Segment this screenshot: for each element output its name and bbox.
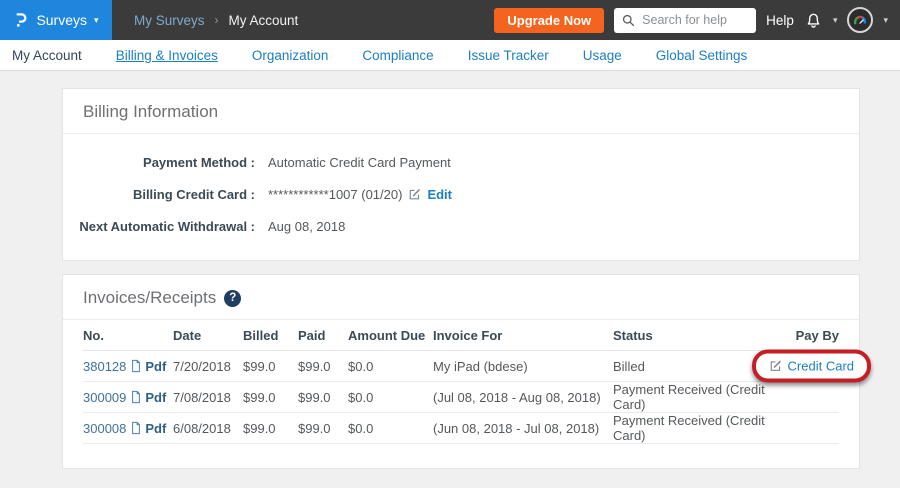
col-no: No. (83, 328, 173, 343)
col-amount-due: Amount Due (348, 328, 433, 343)
invoices-receipts-title: Invoices/Receipts (83, 288, 216, 308)
chevron-down-icon: ▾ (94, 16, 99, 25)
surveys-menu-button[interactable]: Surveys ▾ (0, 0, 112, 40)
search-icon (622, 14, 635, 27)
cell-date: 6/08/2018 (173, 421, 243, 436)
billing-information-header: Billing Information (63, 89, 859, 134)
questionpro-logo-icon (13, 10, 29, 30)
topbar-actions: Upgrade Now Help ▾ ▾ (494, 7, 900, 33)
col-billed: Billed (243, 328, 298, 343)
avatar[interactable] (847, 7, 873, 33)
payment-method-row: Payment Method : Automatic Credit Card P… (63, 146, 859, 178)
invoices-table-header: No. Date Billed Paid Amount Due Invoice … (83, 320, 839, 351)
edit-credit-card-link[interactable]: Edit (427, 187, 452, 202)
pdf-label: Pdf (145, 359, 166, 374)
billing-credit-card-value: ************1007 (01/20) (268, 187, 402, 202)
cell-billed: $99.0 (243, 390, 298, 405)
pdf-link[interactable]: Pdf (130, 390, 166, 405)
tab-compliance[interactable]: Compliance (362, 48, 433, 63)
edit-pencil-icon (408, 188, 421, 201)
upgrade-now-button[interactable]: Upgrade Now (494, 8, 604, 33)
col-paid: Paid (298, 328, 348, 343)
billing-credit-card-label: Billing Credit Card : (63, 187, 255, 202)
cell-invoice-for: (Jun 08, 2018 - Jul 08, 2018) (433, 421, 613, 436)
pdf-link[interactable]: Pdf (130, 421, 166, 436)
pay-by-credit-card-link[interactable]: Credit Card (788, 359, 854, 374)
tab-issue-tracker[interactable]: Issue Tracker (468, 48, 549, 63)
table-row: 300008 Pdf 6/08/2018 $99.0 $99.0 $0.0 (J… (83, 413, 839, 444)
gauge-icon (852, 12, 868, 28)
table-row: 300009 Pdf 7/08/2018 $99.0 $99.0 $0.0 (J… (83, 382, 839, 413)
invoices-receipts-header: Invoices/Receipts ? (63, 275, 859, 320)
breadcrumb-my-account: My Account (229, 13, 299, 28)
tab-billing-invoices[interactable]: Billing & Invoices (116, 48, 218, 63)
cell-billed: $99.0 (243, 421, 298, 436)
cell-no: 300008 Pdf (83, 421, 173, 436)
cell-paid: $99.0 (298, 390, 348, 405)
avatar-chevron-down-icon[interactable]: ▾ (883, 16, 888, 25)
invoice-number-link[interactable]: 380128 (83, 359, 126, 374)
col-date: Date (173, 328, 243, 343)
cell-paid: $99.0 (298, 421, 348, 436)
cell-amount-due: $0.0 (348, 421, 433, 436)
pdf-file-icon (130, 359, 142, 373)
cell-amount-due: $0.0 (348, 390, 433, 405)
help-question-icon[interactable]: ? (224, 290, 241, 307)
cell-status: Payment Received (Credit Card) (613, 413, 778, 443)
edit-pencil-icon (769, 360, 782, 373)
breadcrumb-my-surveys[interactable]: My Surveys (134, 13, 205, 28)
next-withdrawal-value: Aug 08, 2018 (268, 219, 345, 234)
pdf-link[interactable]: Pdf (130, 359, 166, 374)
invoice-number-link[interactable]: 300009 (83, 390, 126, 405)
pay-by-red-highlight: Credit Card (752, 350, 871, 383)
page-content: Billing Information Payment Method : Aut… (0, 71, 900, 469)
cell-no: 300009 Pdf (83, 390, 173, 405)
payment-method-value: Automatic Credit Card Payment (268, 155, 451, 170)
billing-information-body: Payment Method : Automatic Credit Card P… (63, 134, 859, 260)
cell-invoice-for: (Jul 08, 2018 - Aug 08, 2018) (433, 390, 613, 405)
pdf-file-icon (130, 390, 142, 404)
col-invoice-for: Invoice For (433, 328, 613, 343)
pdf-label: Pdf (145, 421, 166, 436)
billing-information-title: Billing Information (83, 102, 218, 122)
notifications-bell-icon[interactable] (804, 10, 823, 30)
tab-my-account[interactable]: My Account (12, 48, 82, 63)
surveys-menu-label: Surveys (36, 12, 87, 28)
account-tabs: My Account Billing & Invoices Organizati… (0, 40, 900, 71)
invoices-table: No. Date Billed Paid Amount Due Invoice … (63, 320, 859, 468)
cell-paid: $99.0 (298, 359, 348, 374)
tab-usage[interactable]: Usage (583, 48, 622, 63)
search-input[interactable] (640, 12, 748, 28)
cell-date: 7/08/2018 (173, 390, 243, 405)
tab-global-settings[interactable]: Global Settings (656, 48, 748, 63)
table-row: 380128 Pdf 7/20/2018 $99.0 $99.0 $0.0 My… (83, 351, 839, 382)
invoices-receipts-card: Invoices/Receipts ? No. Date Billed Paid… (62, 274, 860, 469)
pdf-file-icon (130, 421, 142, 435)
cell-status: Payment Received (Credit Card) (613, 382, 778, 412)
cell-amount-due: $0.0 (348, 359, 433, 374)
col-pay-by: Pay By (778, 328, 839, 343)
topbar: Surveys ▾ My Surveys › My Account Upgrad… (0, 0, 900, 40)
cell-no: 380128 Pdf (83, 359, 173, 374)
breadcrumb: My Surveys › My Account (134, 13, 298, 28)
cell-invoice-for: My iPad (bdese) (433, 359, 613, 374)
cell-date: 7/20/2018 (173, 359, 243, 374)
pdf-label: Pdf (145, 390, 166, 405)
payment-method-label: Payment Method : (63, 155, 255, 170)
tab-organization[interactable]: Organization (252, 48, 329, 63)
help-link[interactable]: Help (766, 13, 794, 28)
next-withdrawal-row: Next Automatic Withdrawal : Aug 08, 2018 (63, 210, 859, 242)
bell-chevron-down-icon[interactable]: ▾ (833, 16, 838, 25)
billing-information-card: Billing Information Payment Method : Aut… (62, 88, 860, 261)
help-search-box[interactable] (614, 8, 756, 33)
next-withdrawal-label: Next Automatic Withdrawal : (63, 219, 255, 234)
billing-credit-card-row: Billing Credit Card : ************1007 (… (63, 178, 859, 210)
col-status: Status (613, 328, 778, 343)
breadcrumb-separator-icon: › (215, 13, 219, 27)
cell-billed: $99.0 (243, 359, 298, 374)
invoice-number-link[interactable]: 300008 (83, 421, 126, 436)
